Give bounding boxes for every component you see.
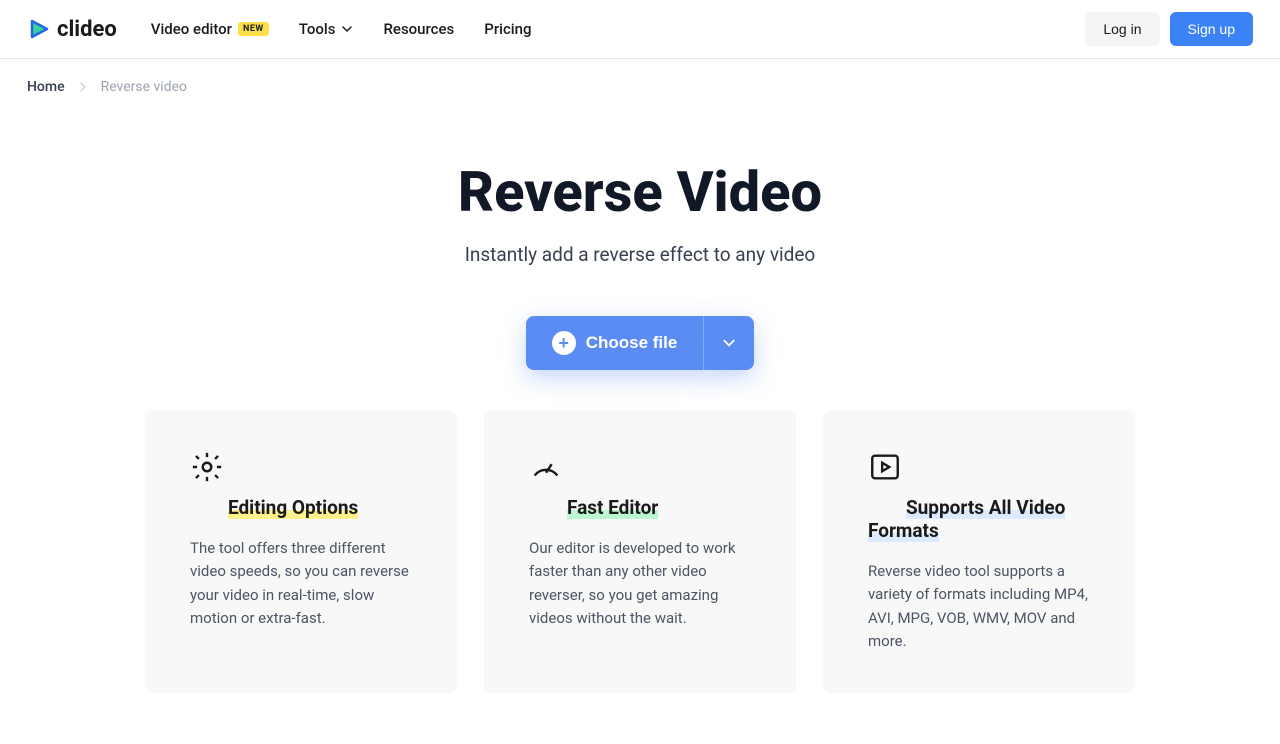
feature-desc-editing: The tool offers three different video sp… [190,537,412,630]
nav-pricing-label: Pricing [484,20,531,38]
header-left: clideo Video editor NEW Tools Resources … [27,17,531,42]
page-title: Reverse Video [0,159,1280,225]
breadcrumb-current: Reverse video [101,79,187,95]
chevron-down-icon [341,23,353,35]
chevron-right-icon [79,82,87,92]
choose-file-label: Choose file [586,333,678,353]
play-logo-icon [27,17,51,41]
brand-text: clideo [57,17,117,42]
feature-title-fast: Fast Editor [567,496,658,519]
choose-file-dropdown[interactable] [703,316,754,370]
breadcrumb-home[interactable]: Home [27,79,65,95]
nav-resources-label: Resources [383,20,454,38]
nav-pricing[interactable]: Pricing [484,20,531,38]
main-nav: Video editor NEW Tools Resources Pricing [151,20,532,38]
choose-file-button[interactable]: + Choose file [526,316,704,370]
chevron-down-icon [722,336,736,350]
feature-desc-formats: Reverse video tool supports a variety of… [868,560,1090,653]
new-badge: NEW [238,22,269,36]
nav-resources[interactable]: Resources [383,20,454,38]
feature-desc-fast: Our editor is developed to work faster t… [529,537,751,630]
features: Editing Options The tool offers three di… [0,410,1280,733]
hero: Reverse Video Instantly add a reverse ef… [0,115,1280,410]
header: clideo Video editor NEW Tools Resources … [0,0,1280,59]
gear-icon [190,450,224,484]
login-button[interactable]: Log in [1085,12,1159,46]
nav-video-editor[interactable]: Video editor NEW [151,20,269,38]
feature-title-editing: Editing Options [228,496,358,519]
signup-button[interactable]: Sign up [1170,12,1253,46]
nav-tools-label: Tools [299,20,336,38]
page-subtitle: Instantly add a reverse effect to any vi… [0,243,1280,266]
breadcrumb: Home Reverse video [0,59,1280,115]
nav-tools[interactable]: Tools [299,20,354,38]
header-right: Log in Sign up [1085,12,1253,46]
feature-card-editing: Editing Options The tool offers three di… [145,410,457,693]
feature-title-formats: Supports All Video Formats [868,496,1065,542]
feature-card-fast: Fast Editor Our editor is developed to w… [484,410,796,693]
video-icon [868,450,902,484]
choose-file-group: + Choose file [526,316,755,370]
nav-video-editor-label: Video editor [151,20,232,38]
logo[interactable]: clideo [27,17,117,42]
feature-card-formats: Supports All Video Formats Reverse video… [823,410,1135,693]
plus-icon: + [552,331,576,355]
speedometer-icon [529,450,563,484]
